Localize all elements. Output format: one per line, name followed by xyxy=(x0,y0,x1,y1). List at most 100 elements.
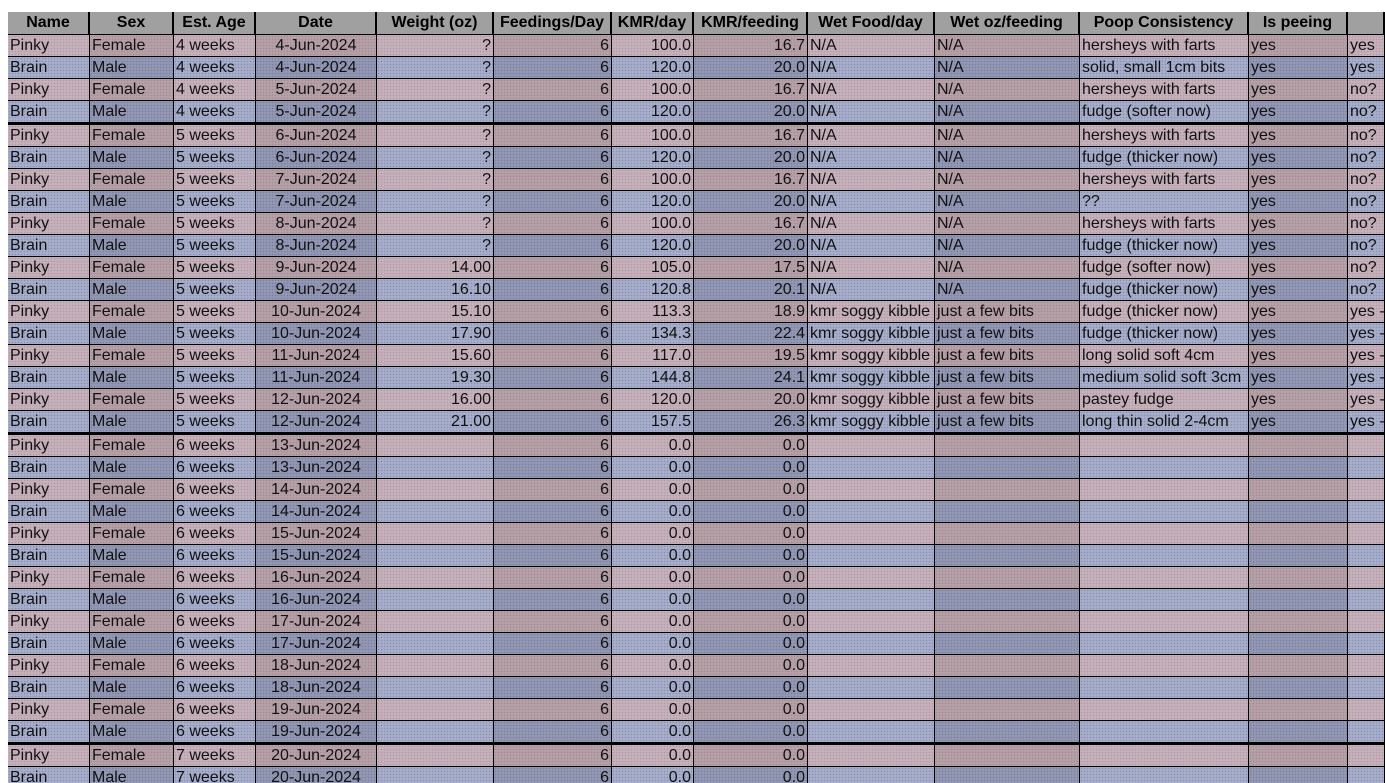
cell-sex[interactable]: Female xyxy=(90,435,174,457)
cell-kmr-per-day[interactable]: 120.0 xyxy=(612,235,694,257)
cell-wet-oz-per-feeding[interactable]: N/A xyxy=(935,101,1080,123)
cell-poop-consistency[interactable] xyxy=(1080,589,1249,611)
cell-wet-oz-per-feeding[interactable] xyxy=(935,633,1080,655)
cell-wet-oz-per-feeding[interactable] xyxy=(935,767,1080,783)
cell-is-peeing[interactable]: yes xyxy=(1249,191,1348,213)
cell-kmr-per-feeding[interactable]: 26.3 xyxy=(694,411,808,433)
cell-poop-consistency[interactable]: hersheys with farts xyxy=(1080,213,1249,235)
cell-est-age[interactable]: 6 weeks xyxy=(174,589,256,611)
cell-wet-oz-per-feeding[interactable]: N/A xyxy=(935,79,1080,101)
cell-is-peeing[interactable] xyxy=(1249,435,1348,457)
cell-kmr-per-day[interactable]: 120.0 xyxy=(612,101,694,123)
cell-weight[interactable] xyxy=(377,567,494,589)
cell-wet-food-per-day[interactable]: N/A xyxy=(808,147,935,169)
cell-wet-food-per-day[interactable]: kmr soggy kibble xyxy=(808,345,935,367)
cell-poop-consistency[interactable]: hersheys with farts xyxy=(1080,79,1249,101)
cell-kmr-per-feeding[interactable]: 0.0 xyxy=(694,523,808,545)
cell-date[interactable]: 7-Jun-2024 xyxy=(256,191,377,213)
cell-est-age[interactable]: 6 weeks xyxy=(174,501,256,523)
cell-kmr-per-day[interactable]: 113.3 xyxy=(612,301,694,323)
cell-date[interactable]: 18-Jun-2024 xyxy=(256,677,377,699)
cell-est-age[interactable]: 5 weeks xyxy=(174,191,256,213)
cell-sex[interactable]: Female xyxy=(90,35,174,57)
cell-date[interactable]: 8-Jun-2024 xyxy=(256,213,377,235)
cell-wet-oz-per-feeding[interactable] xyxy=(935,567,1080,589)
cell-kmr-per-feeding[interactable]: 0.0 xyxy=(694,457,808,479)
cell-feedings-per-day[interactable]: 6 xyxy=(494,633,612,655)
cell-sex[interactable]: Female xyxy=(90,479,174,501)
cell-next[interactable]: no? xyxy=(1348,79,1385,101)
cell-wet-food-per-day[interactable] xyxy=(808,479,935,501)
cell-kmr-per-feeding[interactable]: 16.7 xyxy=(694,213,808,235)
cell-wet-oz-per-feeding[interactable] xyxy=(935,545,1080,567)
cell-wet-oz-per-feeding[interactable]: N/A xyxy=(935,235,1080,257)
cell-is-peeing[interactable] xyxy=(1249,501,1348,523)
cell-est-age[interactable]: 6 weeks xyxy=(174,677,256,699)
cell-weight[interactable] xyxy=(377,501,494,523)
cell-sex[interactable]: Male xyxy=(90,589,174,611)
cell-est-age[interactable]: 6 weeks xyxy=(174,479,256,501)
cell-wet-food-per-day[interactable]: kmr soggy kibble xyxy=(808,367,935,389)
cell-is-peeing[interactable]: yes xyxy=(1249,57,1348,79)
cell-kmr-per-day[interactable]: 0.0 xyxy=(612,655,694,677)
cell-est-age[interactable]: 5 weeks xyxy=(174,169,256,191)
cell-feedings-per-day[interactable]: 6 xyxy=(494,257,612,279)
cell-name[interactable]: Pinky xyxy=(8,523,90,545)
cell-feedings-per-day[interactable]: 6 xyxy=(494,767,612,783)
cell-kmr-per-feeding[interactable]: 0.0 xyxy=(694,611,808,633)
cell-wet-food-per-day[interactable] xyxy=(808,501,935,523)
cell-next[interactable] xyxy=(1348,545,1385,567)
cell-sex[interactable]: Female xyxy=(90,745,174,767)
cell-wet-food-per-day[interactable]: kmr soggy kibble xyxy=(808,301,935,323)
cell-feedings-per-day[interactable]: 6 xyxy=(494,367,612,389)
cell-weight[interactable]: ? xyxy=(377,57,494,79)
column-header-name[interactable]: Name xyxy=(8,12,90,35)
cell-next[interactable] xyxy=(1348,479,1385,501)
cell-next[interactable]: yes - xyxy=(1348,411,1385,433)
cell-date[interactable]: 19-Jun-2024 xyxy=(256,721,377,743)
cell-kmr-per-day[interactable]: 120.0 xyxy=(612,57,694,79)
cell-next[interactable]: yes - xyxy=(1348,301,1385,323)
cell-weight[interactable]: ? xyxy=(377,169,494,191)
cell-name[interactable]: Pinky xyxy=(8,125,90,147)
cell-kmr-per-day[interactable]: 0.0 xyxy=(612,633,694,655)
cell-kmr-per-day[interactable]: 100.0 xyxy=(612,125,694,147)
cell-weight[interactable]: ? xyxy=(377,125,494,147)
cell-next[interactable]: no? xyxy=(1348,235,1385,257)
cell-date[interactable]: 11-Jun-2024 xyxy=(256,345,377,367)
cell-is-peeing[interactable] xyxy=(1249,479,1348,501)
cell-feedings-per-day[interactable]: 6 xyxy=(494,435,612,457)
cell-wet-food-per-day[interactable]: N/A xyxy=(808,169,935,191)
cell-next[interactable]: yes - xyxy=(1348,345,1385,367)
cell-name[interactable]: Pinky xyxy=(8,479,90,501)
cell-next[interactable] xyxy=(1348,745,1385,767)
cell-is-peeing[interactable] xyxy=(1249,633,1348,655)
cell-wet-oz-per-feeding[interactable] xyxy=(935,721,1080,743)
cell-weight[interactable]: ? xyxy=(377,101,494,123)
column-header-is-peeing[interactable]: Is peeing xyxy=(1249,12,1348,35)
cell-is-peeing[interactable] xyxy=(1249,567,1348,589)
cell-next[interactable]: yes - xyxy=(1348,323,1385,345)
cell-weight[interactable] xyxy=(377,479,494,501)
cell-wet-food-per-day[interactable] xyxy=(808,677,935,699)
cell-next[interactable] xyxy=(1348,567,1385,589)
cell-kmr-per-feeding[interactable]: 16.7 xyxy=(694,125,808,147)
cell-next[interactable] xyxy=(1348,589,1385,611)
cell-poop-consistency[interactable]: fudge (thicker now) xyxy=(1080,235,1249,257)
cell-is-peeing[interactable]: yes xyxy=(1249,257,1348,279)
cell-sex[interactable]: Male xyxy=(90,457,174,479)
cell-name[interactable]: Pinky xyxy=(8,213,90,235)
cell-sex[interactable]: Female xyxy=(90,699,174,721)
cell-next[interactable] xyxy=(1348,767,1385,783)
cell-feedings-per-day[interactable]: 6 xyxy=(494,79,612,101)
cell-kmr-per-feeding[interactable]: 0.0 xyxy=(694,589,808,611)
cell-date[interactable]: 15-Jun-2024 xyxy=(256,545,377,567)
cell-wet-food-per-day[interactable]: N/A xyxy=(808,57,935,79)
cell-is-peeing[interactable] xyxy=(1249,545,1348,567)
cell-weight[interactable]: ? xyxy=(377,35,494,57)
cell-next[interactable]: no? xyxy=(1348,191,1385,213)
column-header-feedings-per-day[interactable]: Feedings/Day xyxy=(494,12,612,35)
cell-feedings-per-day[interactable]: 6 xyxy=(494,169,612,191)
cell-kmr-per-day[interactable]: 0.0 xyxy=(612,721,694,743)
cell-date[interactable]: 16-Jun-2024 xyxy=(256,567,377,589)
